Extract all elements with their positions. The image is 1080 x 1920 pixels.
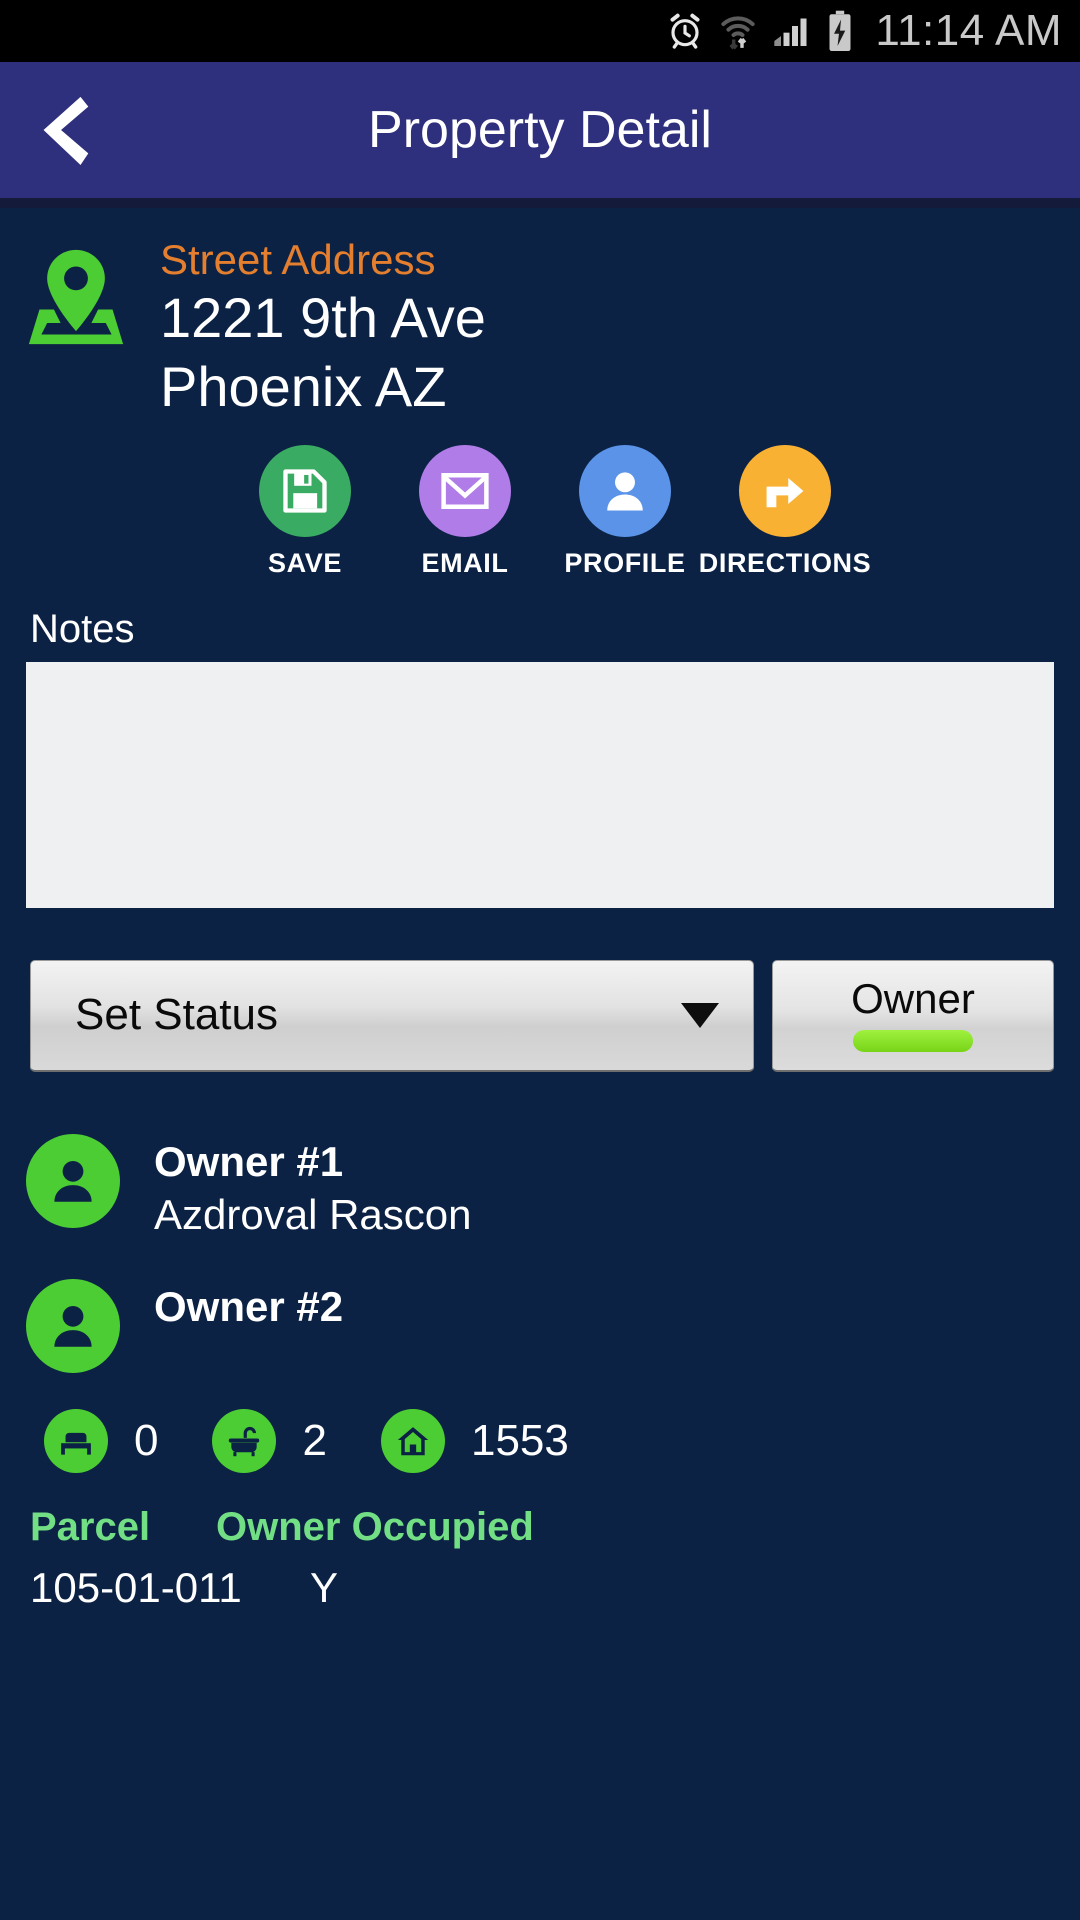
owner-toggle-indicator	[853, 1030, 973, 1053]
house-icon	[380, 1409, 445, 1474]
envelope-icon	[419, 444, 511, 537]
save-button[interactable]: SAVE	[243, 444, 367, 579]
bedrooms-stat: 0	[44, 1409, 212, 1474]
person-avatar-icon	[26, 1279, 120, 1374]
floppy-disk-icon	[259, 444, 351, 537]
set-status-dropdown[interactable]: Set Status	[30, 959, 754, 1072]
controls-row: Set Status Owner	[30, 959, 1054, 1072]
address-block: Street Address 1221 9th Ave Phoenix AZ	[0, 208, 1080, 421]
person-icon	[579, 444, 671, 537]
battery-charging-icon	[825, 10, 855, 52]
status-bar: 11:14 AM	[0, 0, 1080, 62]
back-button[interactable]	[28, 90, 98, 170]
list-item[interactable]: Owner #1 Azdroval Rascon	[0, 1133, 1080, 1243]
street-address-label: Street Address	[160, 236, 436, 283]
owner-1-name: Azdroval Rascon	[154, 1191, 472, 1239]
street-address-line1: 1221 9th Ave	[160, 286, 486, 350]
profile-button[interactable]: PROFILE	[563, 444, 687, 579]
parcel-values-row: 105-01-011 Y	[0, 1564, 1080, 1612]
bathrooms-value: 2	[302, 1416, 327, 1466]
save-button-label: SAVE	[268, 547, 342, 578]
bedrooms-value: 0	[134, 1416, 159, 1466]
person-avatar-icon	[26, 1133, 120, 1228]
parcel-header-row: Parcel Owner Occupied	[0, 1505, 1080, 1550]
wifi-icon	[719, 11, 757, 51]
owners-list: Owner #1 Azdroval Rascon Owner #2	[0, 1133, 1080, 1374]
chevron-down-icon	[681, 1002, 719, 1028]
property-detail-screen: 11:14 AM Property Detail Street Address …	[0, 0, 1080, 1920]
alarm-icon	[665, 11, 705, 51]
owner-2-title: Owner #2	[154, 1283, 344, 1331]
app-title-bar: Property Detail	[0, 62, 1080, 198]
action-button-row: SAVE EMAIL PROFILE DIRECTIONS	[0, 444, 1080, 579]
cellular-signal-icon	[771, 11, 811, 51]
page-title: Property Detail	[368, 101, 712, 159]
notes-label: Notes	[30, 606, 135, 651]
directions-button-label: DIRECTIONS	[698, 547, 872, 578]
parcel-value: 105-01-011	[30, 1564, 242, 1612]
notes-input[interactable]	[26, 661, 1054, 908]
turn-right-arrow-icon	[739, 444, 831, 537]
square-feet-stat: 1553	[380, 1409, 623, 1474]
chevron-left-icon	[43, 96, 89, 166]
directions-button[interactable]: DIRECTIONS	[699, 444, 871, 579]
list-item[interactable]: Owner #2	[0, 1279, 1080, 1374]
status-bar-clock: 11:14 AM	[875, 6, 1062, 55]
email-button-label: EMAIL	[421, 547, 509, 578]
map-pin-icon	[26, 236, 142, 421]
bathrooms-stat: 2	[212, 1409, 380, 1474]
owner-1-title: Owner #1	[154, 1137, 344, 1185]
owner-toggle-button[interactable]: Owner	[772, 959, 1054, 1072]
parcel-label: Parcel	[30, 1505, 151, 1550]
set-status-selected-value: Set Status	[75, 990, 279, 1040]
profile-button-label: PROFILE	[564, 547, 686, 578]
owner-toggle-label: Owner	[851, 975, 975, 1023]
owner-occupied-label: Owner Occupied	[216, 1505, 534, 1550]
property-stats-row: 0 2 1553	[0, 1409, 1080, 1474]
square-feet-value: 1553	[470, 1416, 569, 1466]
bathtub-icon	[212, 1409, 277, 1474]
owner-occupied-value: Y	[310, 1564, 339, 1612]
bed-icon	[44, 1409, 108, 1474]
street-address-line2: Phoenix AZ	[160, 354, 447, 418]
title-bar-shadow	[0, 198, 1080, 208]
email-button[interactable]: EMAIL	[403, 444, 527, 579]
